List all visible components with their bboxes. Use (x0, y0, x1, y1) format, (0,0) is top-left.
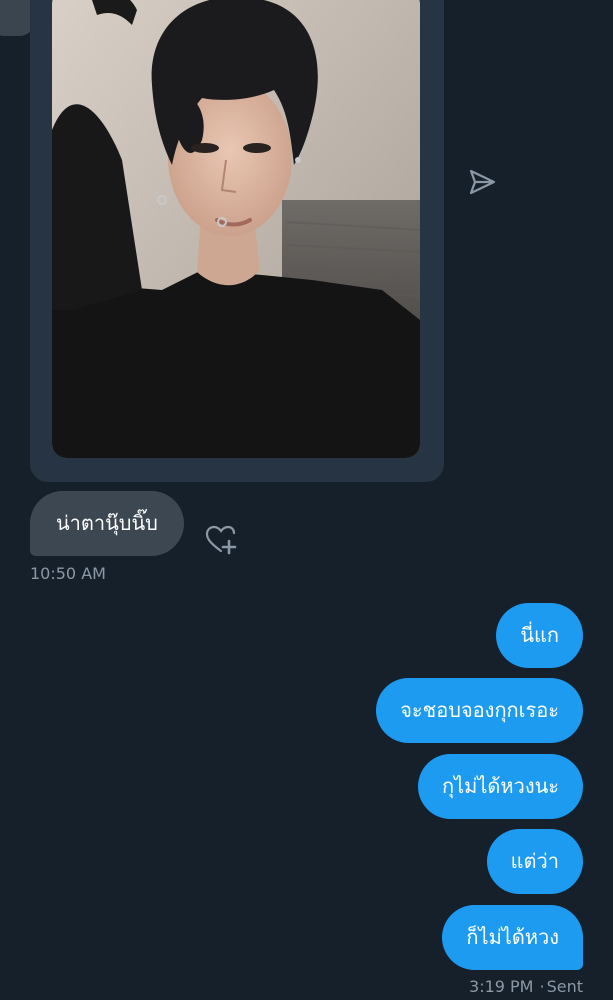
outgoing-message-bubble[interactable]: แต่ว่า (486, 829, 583, 894)
add-reaction-icon (205, 525, 237, 555)
outgoing-message-bubble[interactable]: กุไม่ได้หวงนะ (418, 754, 583, 819)
outgoing-message-bubble[interactable]: ก็ไม่ได้หวง (442, 905, 583, 970)
photo-image (52, 0, 420, 458)
outgoing-message-text: นี่แก (520, 623, 559, 647)
heart-plus-icon[interactable] (203, 524, 239, 556)
shared-photo[interactable] (52, 0, 420, 458)
outgoing-timestamp: 3:19 PM (469, 977, 534, 996)
incoming-message-bubble[interactable]: น่าตานุ๊บนิ๊บ (30, 491, 184, 556)
share-icon[interactable] (466, 166, 498, 198)
outgoing-meta: 3:19 PM · Sent (469, 977, 583, 996)
incoming-message-text: น่าตานุ๊บนิ๊บ (56, 511, 158, 535)
outgoing-message-text: กุไม่ได้หวงนะ (442, 774, 559, 798)
outgoing-message-text: จะชอบจองกุกเรอะ (400, 698, 559, 722)
outgoing-message-text: แต่ว่า (510, 849, 559, 873)
outgoing-message-bubble[interactable]: จะชอบจองกุกเรอะ (376, 678, 583, 743)
sent-status: Sent (546, 977, 583, 996)
previous-message-bubble (0, 0, 34, 36)
outgoing-message-text: ก็ไม่ได้หวง (466, 925, 559, 949)
meta-separator: · (539, 977, 545, 996)
send-arrow-icon (469, 169, 496, 195)
incoming-timestamp: 10:50 AM (30, 564, 106, 583)
outgoing-message-bubble[interactable]: นี่แก (496, 603, 583, 668)
